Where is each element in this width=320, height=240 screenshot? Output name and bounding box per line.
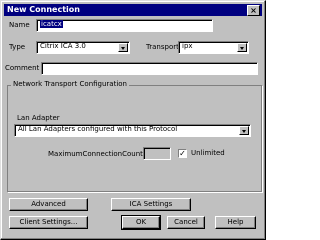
title-bar[interactable]: New Connection ×: [4, 4, 262, 16]
unlimited-label: Unlimited: [191, 149, 225, 157]
network-transport-group: [7, 85, 262, 192]
check-icon: ✓: [179, 149, 186, 158]
name-value: icatcx: [40, 20, 63, 28]
name-label: Name: [9, 21, 30, 29]
comment-field[interactable]: [41, 62, 258, 75]
cancel-button[interactable]: Cancel: [167, 216, 205, 229]
lan-adapter-dropdown[interactable]: All Lan Adapters configured with this Pr…: [14, 124, 251, 137]
help-button[interactable]: Help: [215, 216, 256, 229]
group-title: Network Transport Configuration: [11, 80, 129, 89]
transport-dropdown[interactable]: ipx: [178, 41, 249, 54]
close-icon: ×: [250, 6, 257, 15]
client-settings-button[interactable]: Client Settings...: [9, 216, 88, 229]
lan-adapter-label: Lan Adapter: [17, 114, 60, 122]
comment-label: Comment: [5, 64, 40, 72]
name-field[interactable]: icatcx: [36, 19, 213, 32]
advanced-button[interactable]: Advanced: [9, 198, 88, 211]
type-dropdown[interactable]: Citrix ICA 3.0: [36, 41, 130, 54]
transport-label: Transport: [146, 43, 179, 51]
max-connection-label: MaximumConnectionCount: [48, 150, 143, 158]
chevron-down-icon[interactable]: [118, 43, 128, 52]
lan-adapter-value: All Lan Adapters configured with this Pr…: [18, 125, 178, 133]
new-connection-dialog: New Connection × Name icatcx Type Citrix…: [0, 0, 266, 240]
close-button[interactable]: ×: [247, 5, 260, 16]
unlimited-checkbox[interactable]: ✓: [178, 149, 187, 158]
chevron-down-icon[interactable]: [237, 43, 247, 52]
type-value: Citrix ICA 3.0: [40, 42, 86, 50]
ok-button[interactable]: OK: [121, 215, 161, 230]
type-label: Type: [9, 43, 26, 51]
window-title: New Connection: [7, 5, 80, 14]
ica-settings-button[interactable]: ICA Settings: [111, 198, 191, 211]
chevron-down-icon[interactable]: [239, 126, 249, 135]
transport-value: ipx: [182, 42, 193, 50]
max-connection-field[interactable]: [143, 147, 171, 160]
